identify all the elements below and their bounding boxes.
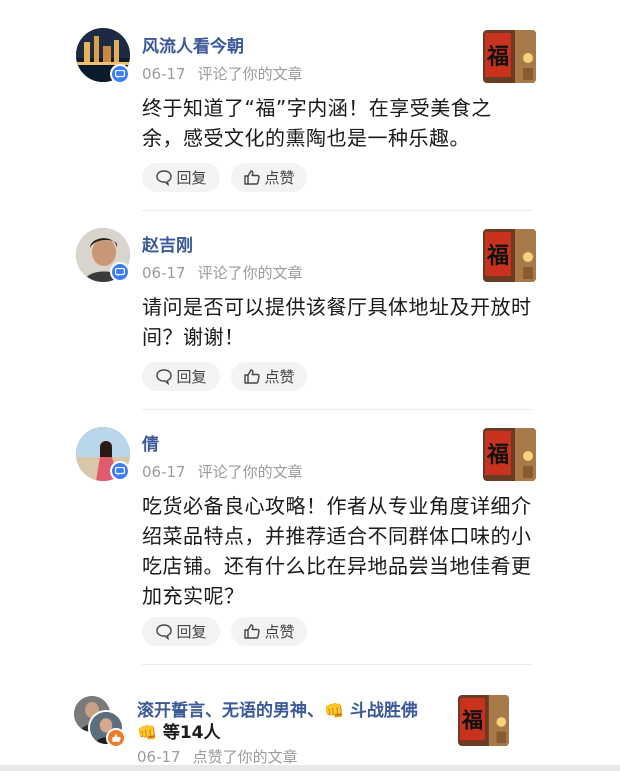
fist-emoji-icon: 👊	[137, 723, 157, 742]
article-thumbnail[interactable]: 福	[458, 695, 509, 746]
thumbs-up-icon	[244, 369, 261, 384]
comment-meta: 06-17 评论了你的文章	[142, 461, 303, 482]
comment-user-name[interactable]: 倩	[142, 430, 159, 455]
like-badge-icon	[106, 728, 126, 748]
fist-emoji-icon: 👊	[324, 701, 344, 720]
reply-button[interactable]: 回复	[142, 362, 220, 391]
comment-meta: 06-17 评论了你的文章	[142, 262, 303, 283]
likers-count: 👊 等14人	[137, 718, 221, 743]
comment-text: 终于知道了“福”字内涵！在享受美食之余，感受文化的熏陶也是一种乐趣。	[142, 96, 492, 150]
thumbnail-char: 福	[486, 45, 509, 70]
like-button[interactable]: 点赞	[231, 617, 307, 646]
bottom-bar	[0, 765, 620, 771]
comment-action: 评论了你的文章	[197, 65, 303, 83]
like-label: 点赞	[264, 169, 295, 187]
article-thumbnail[interactable]: 福	[483, 229, 536, 282]
like-label: 点赞	[264, 623, 295, 641]
thumbnail-char: 福	[461, 708, 483, 733]
comment-date: 06-17	[142, 65, 186, 83]
comment-user-name[interactable]: 赵吉刚	[142, 231, 193, 256]
like-label: 点赞	[264, 368, 295, 386]
liker-name[interactable]: 斗战胜佛	[350, 701, 418, 721]
article-thumbnail[interactable]: 福	[483, 30, 536, 83]
thumbs-up-icon	[244, 170, 261, 185]
like-action: 点赞了你的文章	[192, 748, 298, 766]
comment-bubble-icon	[156, 624, 173, 640]
thumbnail-char: 福	[486, 244, 509, 269]
divider	[142, 664, 532, 665]
comment-text: 吃货必备良心攻略！作者从专业角度详细介绍菜品特点，并推荐适合不同群体口味的小吃店…	[142, 494, 532, 608]
comment-bubble-icon	[156, 170, 173, 186]
comment-date: 06-17	[142, 463, 186, 481]
comment-badge-icon	[110, 461, 130, 481]
like-button[interactable]: 点赞	[231, 362, 307, 391]
comment-bubble-icon	[156, 369, 173, 385]
comment-date: 06-17	[142, 264, 186, 282]
article-thumbnail[interactable]: 福	[483, 428, 536, 481]
thumbs-up-icon	[244, 624, 261, 639]
reply-button[interactable]: 回复	[142, 163, 220, 192]
reply-label: 回复	[176, 623, 207, 641]
comment-user-name[interactable]: 风流人看今朝	[142, 32, 244, 57]
thumbnail-char: 福	[486, 443, 509, 468]
comment-item: 风流人看今朝 06-17 评论了你的文章 福 终于知道了“福”字内涵！在享受美食之…	[0, 0, 620, 211]
comment-meta: 06-17 评论了你的文章	[142, 63, 303, 84]
comment-badge-icon	[110, 64, 130, 84]
reply-label: 回复	[176, 169, 207, 187]
likes-count-text: 等14人	[162, 723, 221, 743]
like-meta: 06-17 点赞了你的文章	[137, 746, 298, 767]
like-button[interactable]: 点赞	[231, 163, 307, 192]
divider	[142, 210, 532, 211]
reply-button[interactable]: 回复	[142, 617, 220, 646]
divider	[142, 409, 532, 410]
comment-badge-icon	[110, 262, 130, 282]
comment-action: 评论了你的文章	[197, 264, 303, 282]
comment-text: 请问是否可以提供该餐厅具体地址及开放时间？谢谢！	[142, 295, 532, 349]
like-date: 06-17	[137, 748, 181, 766]
comment-action: 评论了你的文章	[197, 463, 303, 481]
reply-label: 回复	[176, 368, 207, 386]
